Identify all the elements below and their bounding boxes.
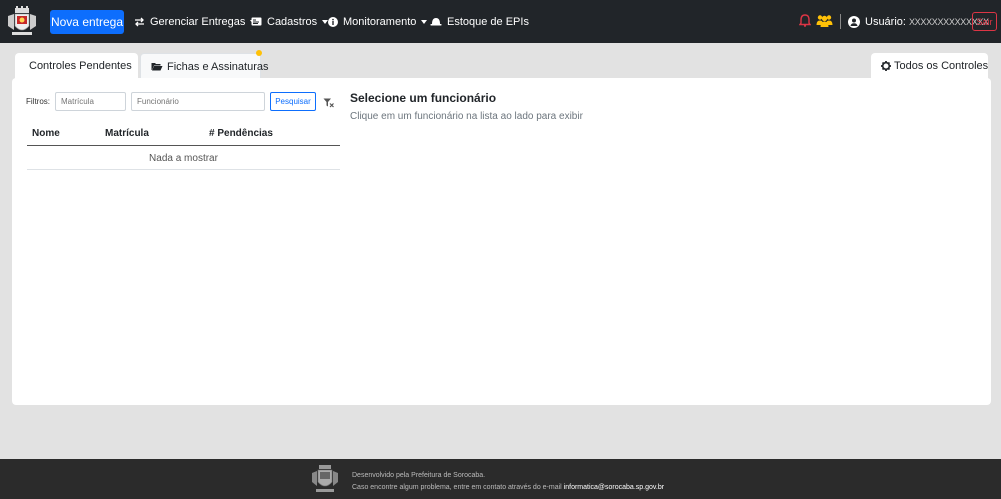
nav-manage-deliveries-label: Gerenciar Entregas bbox=[150, 15, 246, 28]
column-header-pendencias[interactable]: # Pendências bbox=[209, 128, 273, 139]
new-delivery-button[interactable]: Nova entrega bbox=[50, 10, 124, 34]
column-header-matricula[interactable]: Matrícula bbox=[105, 128, 149, 139]
notification-dot bbox=[256, 50, 262, 56]
detail-subtitle: Clique em um funcionário na lista ao lad… bbox=[350, 111, 583, 122]
footer-credit: Desenvolvido pela Prefeitura de Sorocaba… bbox=[352, 472, 486, 479]
gear-icon bbox=[881, 61, 891, 71]
tab-sheets-signatures[interactable]: Fichas e Assinaturas bbox=[140, 53, 269, 79]
column-header-name[interactable]: Nome bbox=[32, 128, 60, 139]
table-empty-message: Nada a mostrar bbox=[27, 148, 340, 170]
footer-contact: Caso encontre algum problema, entre em c… bbox=[352, 482, 664, 494]
matricula-input[interactable] bbox=[55, 92, 126, 111]
user-label: Usuário: bbox=[865, 15, 906, 28]
nav-epi-stock[interactable]: Estoque de EPIs bbox=[430, 0, 529, 43]
search-button[interactable]: Pesquisar bbox=[270, 92, 316, 111]
funcionario-input[interactable] bbox=[131, 92, 265, 111]
users-group-icon[interactable] bbox=[816, 14, 833, 32]
nav-registrations[interactable]: Cadastros bbox=[251, 0, 329, 43]
logout-button[interactable]: Sair bbox=[972, 12, 997, 31]
id-card-icon bbox=[251, 17, 262, 26]
tab-pending-controls[interactable]: Controles Pendentes bbox=[15, 53, 138, 79]
info-circle-icon bbox=[328, 16, 338, 27]
sorocaba-coat-of-arms-icon[interactable] bbox=[6, 6, 38, 38]
footer-text: Desenvolvido pela Prefeitura de Sorocaba… bbox=[352, 470, 664, 494]
filters-label: Filtros: bbox=[26, 97, 50, 106]
tab-all-controls[interactable]: Todos os Controles bbox=[871, 53, 988, 79]
folder-open-icon bbox=[151, 62, 163, 71]
user-menu[interactable]: Usuário: XXXXXXXXXXXXXX bbox=[848, 0, 989, 43]
hard-hat-icon bbox=[430, 17, 442, 26]
nav-monitoring[interactable]: Monitoramento bbox=[328, 0, 428, 43]
table-header-divider bbox=[27, 145, 340, 146]
navbar-divider bbox=[840, 14, 841, 29]
top-navbar: Nova entrega Gerenciar Entregas Cadastro… bbox=[0, 0, 1001, 43]
tab-all-controls-label: Todos os Controles bbox=[894, 60, 989, 72]
exchange-arrows-icon bbox=[134, 17, 145, 27]
footer-email-link[interactable]: informatica@sorocaba.sp.gov.br bbox=[564, 484, 664, 491]
nav-manage-deliveries[interactable]: Gerenciar Entregas bbox=[134, 0, 257, 43]
nav-monitoring-label: Monitoramento bbox=[343, 15, 417, 28]
main-card: Filtros: Pesquisar Nome Matrícula # Pend… bbox=[12, 78, 991, 405]
bell-icon[interactable] bbox=[798, 14, 812, 32]
chevron-down-icon bbox=[421, 19, 428, 24]
nav-epi-stock-label: Estoque de EPIs bbox=[447, 15, 529, 28]
detail-title: Selecione um funcionário bbox=[350, 91, 497, 105]
tab-sheets-signatures-label: Fichas e Assinaturas bbox=[167, 60, 269, 73]
sorocaba-coat-of-arms-icon bbox=[311, 464, 339, 499]
footer: Desenvolvido pela Prefeitura de Sorocaba… bbox=[0, 459, 1001, 499]
clear-filter-icon[interactable] bbox=[323, 95, 334, 113]
tab-pending-controls-label: Controles Pendentes bbox=[29, 60, 132, 72]
user-circle-icon bbox=[848, 15, 860, 28]
footer-contact-text: Caso encontre algum problema, entre em c… bbox=[352, 484, 562, 491]
nav-registrations-label: Cadastros bbox=[267, 15, 318, 28]
